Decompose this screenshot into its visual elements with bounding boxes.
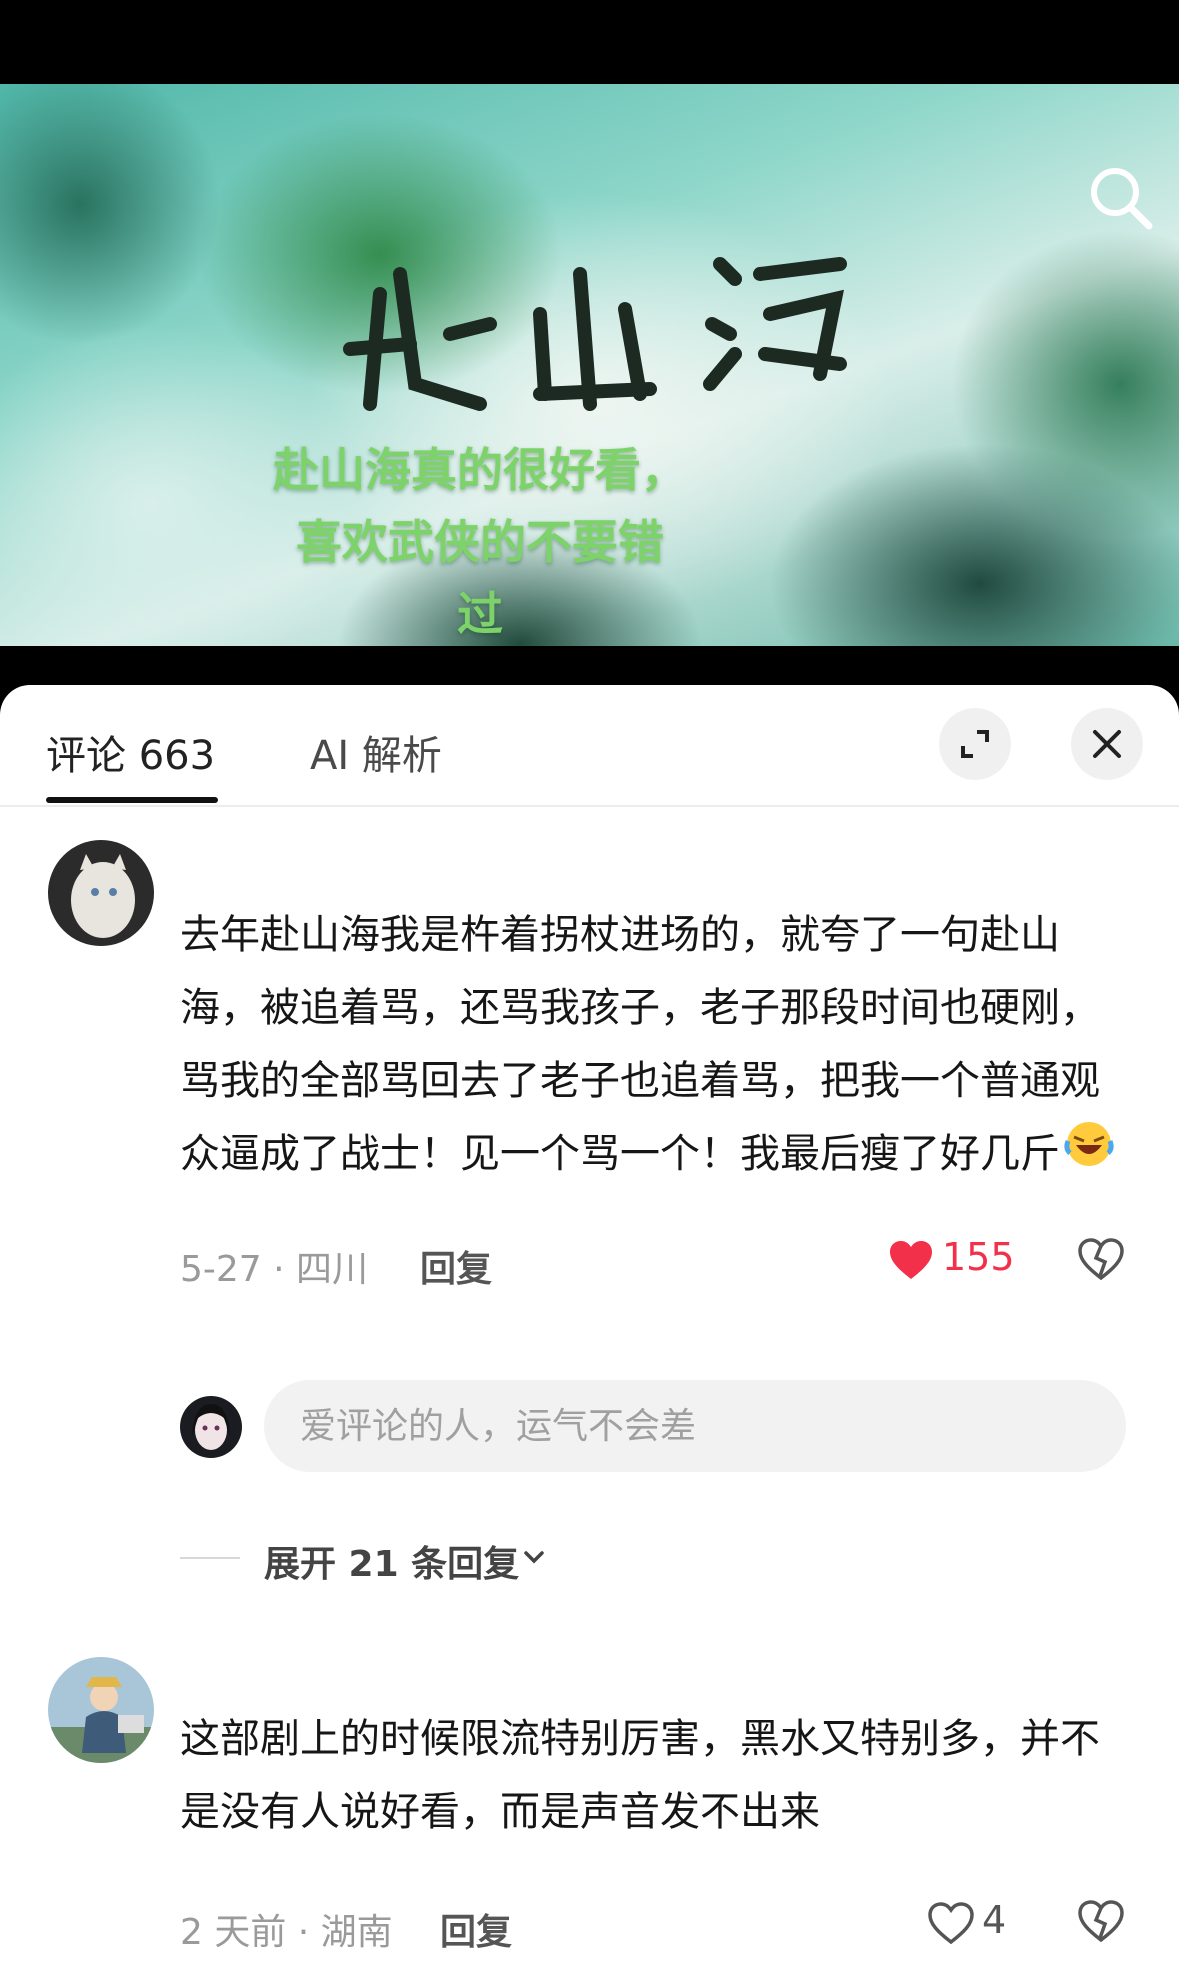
comments-tab-bar: 评论 663 AI 解析 xyxy=(0,685,1179,807)
close-button[interactable] xyxy=(1071,708,1143,780)
dislike-button[interactable] xyxy=(1078,1238,1124,1284)
avatar[interactable] xyxy=(48,840,154,946)
my-avatar xyxy=(180,1396,242,1458)
search-icon[interactable] xyxy=(1085,162,1155,232)
video-title-calligraphy xyxy=(343,257,847,411)
expand-divider xyxy=(180,1557,240,1559)
heart-filled-icon xyxy=(890,1240,932,1279)
reply-button[interactable]: 回复 xyxy=(420,1240,492,1292)
like-button[interactable]: 4 xyxy=(928,1898,1006,1944)
comment-body: 去年赴山海我是杵着拐杖进场的，就夸了一句赴山海，被追着骂，还骂我孩子，老子那段时… xyxy=(180,899,1120,1193)
video-overlay-caption: 赴山海真的很好看， 喜欢武侠的不要错 过 xyxy=(210,434,750,646)
reply-input[interactable] xyxy=(264,1380,1126,1472)
tab-ai-analysis[interactable]: AI 解析 xyxy=(310,723,442,781)
tab-comments[interactable]: 评论 663 xyxy=(46,723,215,781)
overlay-line-1: 赴山海真的很好看， xyxy=(273,443,687,497)
overlay-line-2: 喜欢武侠的不要错 xyxy=(296,515,664,569)
like-count: 155 xyxy=(942,1235,1015,1279)
avatar[interactable] xyxy=(48,1657,154,1763)
video-player[interactable]: 赴山海真的很好看， 喜欢武侠的不要错 过 xyxy=(0,84,1179,646)
comment-body-text: 去年赴山海我是杵着拐杖进场的，就夸了一句赴山海，被追着骂，还骂我孩子，老子那段时… xyxy=(180,912,1100,1177)
active-tab-indicator xyxy=(46,797,218,803)
like-button[interactable]: 155 xyxy=(888,1235,1015,1281)
expand-icon xyxy=(961,730,989,758)
overlay-line-3-text: 过 xyxy=(457,587,503,641)
overlay-line-3: 过 xyxy=(210,578,750,646)
expand-replies-label: 展开 21 条回复 xyxy=(264,1544,520,1585)
dislike-button[interactable] xyxy=(1078,1900,1124,1946)
comments-sheet: 评论 663 AI 解析 去年赴山海我是杵着拐杖进场的，就夸了一句赴山海，被追着… xyxy=(0,685,1179,1968)
expand-button[interactable] xyxy=(939,708,1011,780)
reply-button[interactable]: 回复 xyxy=(440,1903,512,1955)
comment-text: 这部剧上的时候限流特别厉害，黑水又特别多，并不是没有人说好看，而是声音发不出来 xyxy=(180,1716,1100,1835)
comment-meta: 2 天前 · 湖南 xyxy=(180,1912,393,1953)
chevron-down-icon xyxy=(524,1551,544,1564)
heart-outline-icon xyxy=(928,1901,974,1944)
comment-meta: 5-27 · 四川 xyxy=(180,1249,369,1290)
close-icon xyxy=(1093,730,1121,758)
broken-heart-icon xyxy=(1078,1238,1124,1281)
broken-heart-icon xyxy=(1078,1900,1124,1943)
like-count: 4 xyxy=(982,1898,1007,1942)
crying-laughing-face-icon xyxy=(1064,1119,1114,1193)
